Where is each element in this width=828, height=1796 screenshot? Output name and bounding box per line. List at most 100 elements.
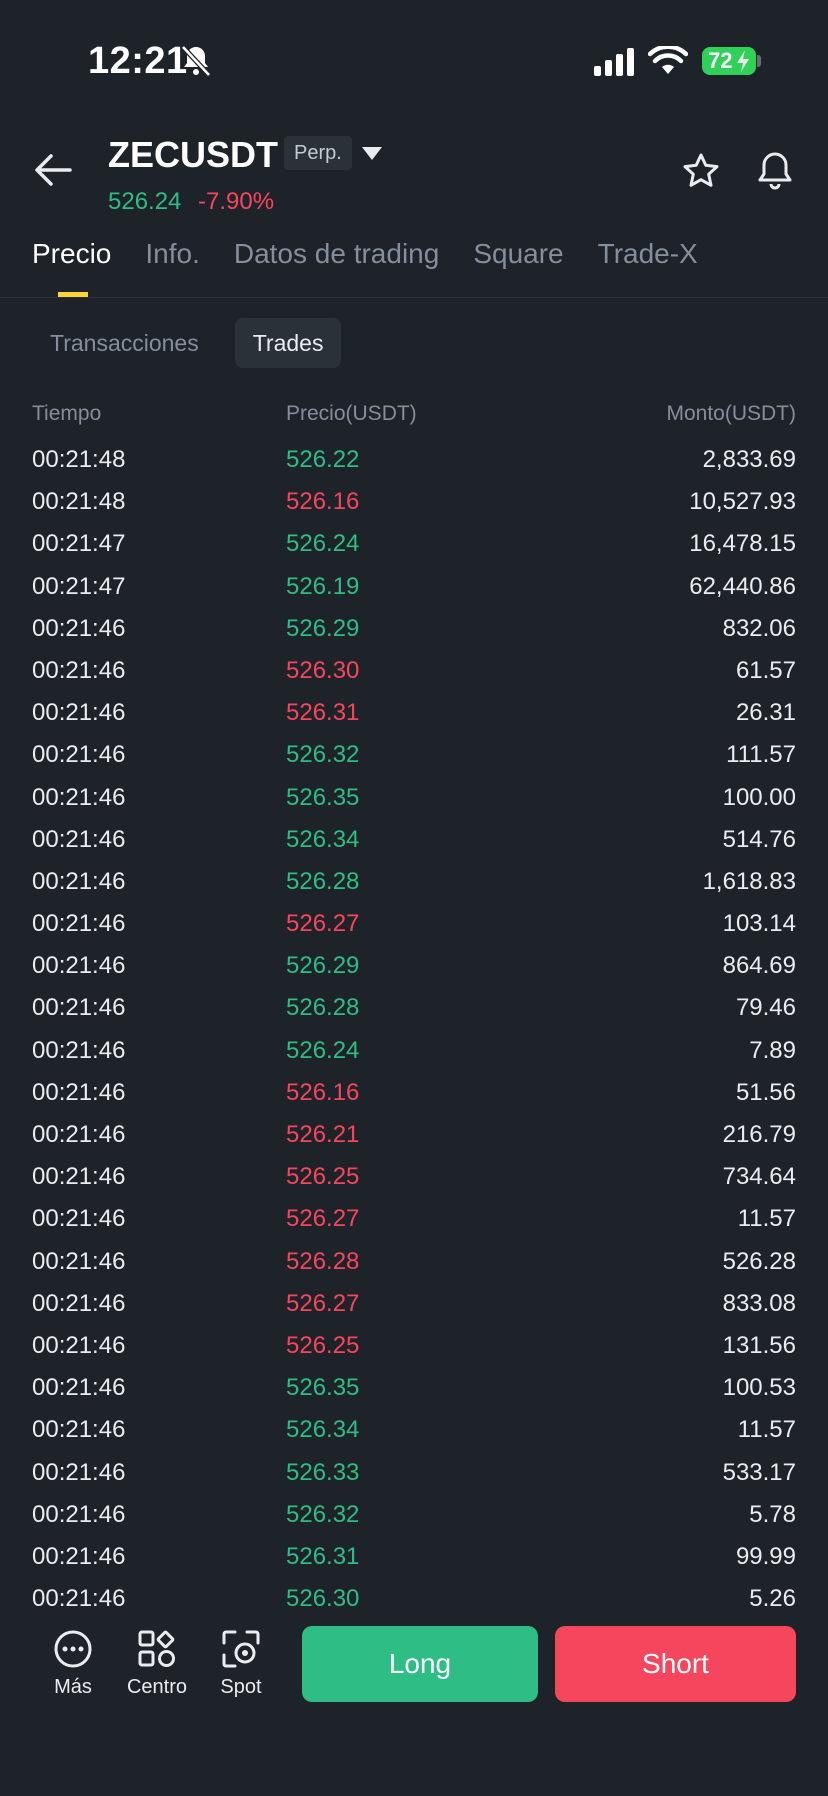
contract-type-badge: Perp. (284, 136, 352, 170)
tab-square[interactable]: Square (473, 238, 563, 296)
signal-icon (594, 48, 634, 76)
trade-price: 526.21 (286, 1121, 360, 1148)
trade-amount: 51.56 (735, 1078, 796, 1106)
trade-amount: 103.14 (722, 910, 796, 938)
trade-price: 526.24 (286, 530, 360, 558)
table-row: 00:21:46 526.31 99.99 (32, 1539, 796, 1581)
trade-amount: 62,440.86 (689, 572, 796, 600)
subtab-trades[interactable]: Trades (234, 318, 342, 368)
column-header-amount: Monto(USDT) (666, 402, 796, 425)
trade-price: 526.31 (286, 1542, 360, 1570)
table-row: 00:21:46 526.32 111.57 (32, 737, 796, 779)
trade-price: 526.16 (286, 1078, 360, 1106)
trade-price: 526.28 (286, 867, 360, 895)
trade-price: 526.27 (286, 1289, 360, 1317)
column-header-price: Precio(USDT) (286, 402, 417, 425)
trade-time: 00:21:46 (32, 1036, 126, 1064)
tab-precio[interactable]: Precio (32, 238, 112, 298)
column-header-time: Tiempo (32, 402, 102, 425)
trades-table-header: Tiempo Precio(USDT) Monto(USDT) (32, 402, 796, 432)
table-row: 00:21:46 526.33 533.17 (32, 1455, 796, 1497)
trade-time: 00:21:47 (32, 530, 126, 558)
wifi-icon (648, 46, 688, 74)
trade-amount: 11.57 (737, 1416, 796, 1444)
trade-time: 00:21:46 (32, 699, 126, 727)
long-button[interactable]: Long (302, 1626, 538, 1702)
table-row: 00:21:46 526.24 7.89 (32, 1033, 796, 1075)
short-button[interactable]: Short (555, 1626, 796, 1702)
trade-amount: 26.31 (735, 699, 796, 727)
trade-time: 00:21:46 (32, 1458, 126, 1486)
tab-label: Precio (32, 238, 112, 269)
trade-time: 00:21:46 (32, 614, 126, 642)
more-icon (54, 1630, 92, 1668)
trade-price: 526.22 (286, 446, 360, 473)
bell-icon[interactable] (756, 150, 794, 190)
trade-price: 526.31 (286, 699, 360, 727)
nav-spot[interactable]: Spot (201, 1628, 281, 1699)
trade-price: 526.24 (286, 1036, 360, 1064)
tab-trade-x[interactable]: Trade-X (598, 238, 698, 296)
trade-amount: 533.17 (722, 1458, 796, 1486)
trade-amount: 79.46 (735, 994, 796, 1022)
table-row: 00:21:46 526.30 61.57 (32, 653, 796, 695)
trade-amount: 11.57 (737, 1205, 796, 1233)
table-row: 00:21:46 526.28 1,618.83 (32, 864, 796, 906)
tab-label: Square (473, 238, 564, 269)
star-icon[interactable] (682, 152, 720, 190)
trade-price: 526.16 (286, 488, 360, 516)
trade-amount: 833.08 (722, 1289, 796, 1317)
table-row: 00:21:46 526.31 26.31 (32, 695, 796, 737)
table-row: 00:21:47 526.24 16,478.15 (32, 526, 796, 568)
trade-time: 00:21:46 (32, 1585, 126, 1613)
table-row: 00:21:46 526.34 11.57 (32, 1412, 796, 1454)
tab-info[interactable]: Info. (145, 238, 199, 296)
table-row: 00:21:46 526.27 103.14 (32, 906, 796, 948)
nav-centro[interactable]: Centro (117, 1628, 197, 1699)
trade-time: 00:21:46 (32, 1500, 126, 1528)
trade-price: 526.34 (286, 825, 360, 853)
trade-time: 00:21:46 (32, 1416, 126, 1444)
trade-time: 00:21:46 (32, 656, 126, 684)
back-arrow-icon[interactable] (34, 152, 72, 188)
table-row: 00:21:46 526.35 100.53 (32, 1370, 796, 1412)
trade-time: 00:21:46 (32, 1374, 126, 1402)
trade-price: 526.28 (286, 1247, 360, 1275)
trade-amount: 216.79 (722, 1121, 796, 1148)
table-row: 00:21:46 526.21 216.79 (32, 1117, 796, 1159)
trade-time: 00:21:48 (32, 488, 126, 516)
trade-time: 00:21:46 (32, 952, 126, 980)
bolt-icon (737, 50, 749, 72)
symbol-title[interactable]: ZECUSDT (108, 134, 278, 176)
battery-cap (757, 55, 761, 67)
trade-amount: 10,527.93 (689, 488, 796, 516)
table-row: 00:21:46 526.35 100.00 (32, 780, 796, 822)
trade-amount: 1,618.83 (702, 867, 796, 895)
trade-time: 00:21:46 (32, 1331, 126, 1359)
trade-amount: 99.99 (735, 1542, 796, 1570)
tab-datos-de-trading[interactable]: Datos de trading (234, 238, 439, 296)
trade-time: 00:21:46 (32, 994, 126, 1022)
trade-time: 00:21:46 (32, 1247, 126, 1275)
table-row: 00:21:46 526.28 79.46 (32, 990, 796, 1032)
trade-price: 526.30 (286, 656, 360, 684)
trade-amount: 2,833.69 (702, 446, 796, 473)
trade-price: 526.35 (286, 1374, 360, 1402)
table-row: 00:21:47 526.19 62,440.86 (32, 569, 796, 611)
trade-time: 00:21:46 (32, 1078, 126, 1106)
subtab-transacciones[interactable]: Transacciones (32, 318, 217, 368)
trade-amount: 864.69 (722, 952, 796, 980)
trade-amount: 16,478.15 (689, 530, 796, 558)
nav-mas[interactable]: Más (33, 1628, 113, 1699)
trade-price: 526.32 (286, 741, 360, 769)
trade-time: 00:21:46 (32, 741, 126, 769)
trade-time: 00:21:46 (32, 867, 126, 895)
trade-time: 00:21:46 (32, 1542, 126, 1570)
trade-amount: 131.56 (722, 1331, 796, 1359)
trade-amount: 61.57 (735, 656, 796, 684)
trade-price: 526.28 (286, 994, 360, 1022)
nav-label: Más (54, 1676, 92, 1698)
trade-amount: 100.53 (722, 1374, 796, 1402)
main-tabs: Precio Info. Datos de trading Square Tra… (32, 238, 732, 298)
chevron-down-icon[interactable] (362, 147, 382, 161)
